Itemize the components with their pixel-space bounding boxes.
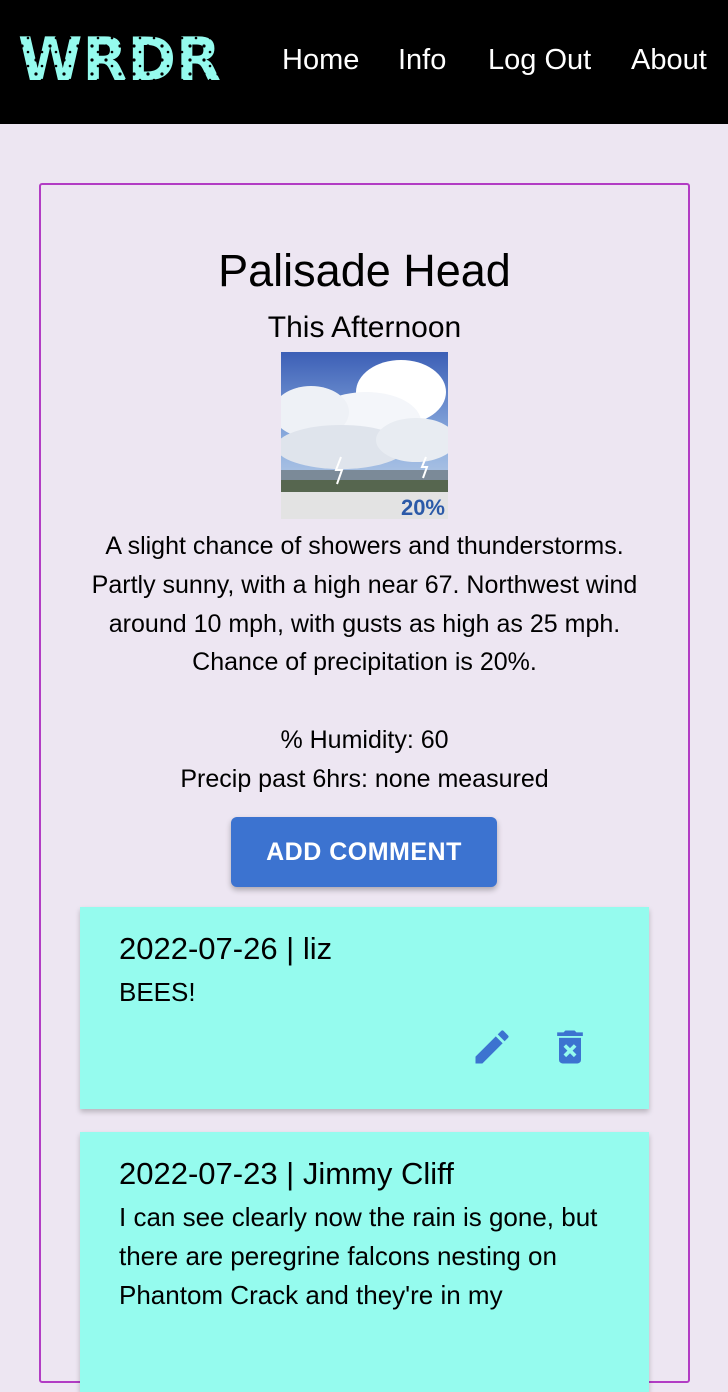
forecast-period: This Afternoon	[267, 311, 462, 344]
forecast-description: A slight chance of showers and thunderst…	[91, 532, 638, 677]
forecast-card: Palisade Head This Afternoon 20% A sligh…	[39, 183, 690, 1392]
svg-text:WRDR: WRDR	[18, 28, 221, 90]
wrdr-logo[interactable]: WRDR	[18, 28, 223, 90]
weather-condition-image: 20%	[281, 352, 448, 519]
nav-home-link[interactable]: Home	[282, 42, 359, 78]
comment-card: 2022-07-23 | Jimmy Cliff I can see clear…	[80, 1132, 649, 1392]
nav-logout-link[interactable]: Log Out	[488, 42, 591, 78]
location-title: Palisade Head	[218, 245, 511, 296]
top-nav-bar: WRDR Home Info Log Out About	[0, 0, 728, 124]
comment-header: 2022-07-26 | liz	[119, 931, 333, 966]
comment-card: 2022-07-26 | liz BEES!	[80, 907, 649, 1109]
precip-value: Precip past 6hrs: none measured	[180, 765, 549, 793]
comment-body: I can see clearly now the rain is gone, …	[119, 1202, 598, 1310]
pencil-icon[interactable]	[470, 1025, 514, 1069]
precip-chance-badge: 20%	[401, 495, 445, 519]
add-comment-button[interactable]: ADD COMMENT	[231, 817, 497, 887]
humidity-value: % Humidity: 60	[280, 726, 449, 754]
nav-info-link[interactable]: Info	[398, 42, 446, 78]
comment-body: BEES!	[119, 977, 196, 1007]
comment-header: 2022-07-23 | Jimmy Cliff	[119, 1156, 454, 1191]
nav-about-link[interactable]: About	[631, 42, 707, 78]
trash-x-icon[interactable]	[548, 1025, 592, 1069]
